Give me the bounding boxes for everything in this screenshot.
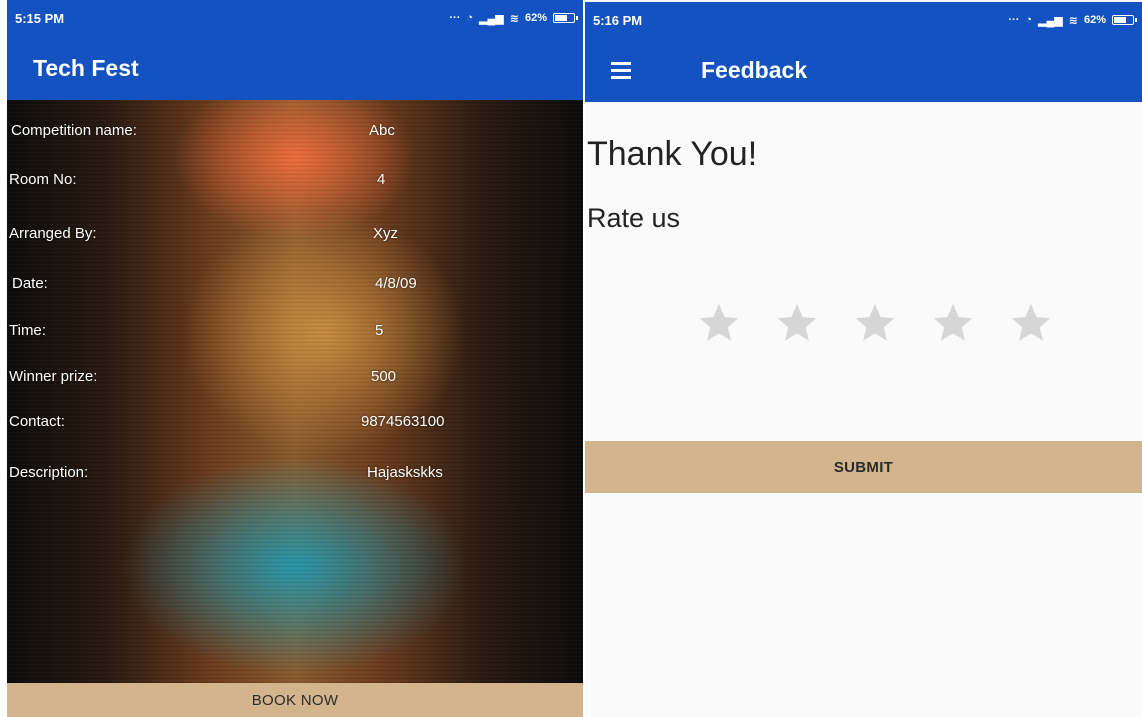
alarm-icon: ◔ xyxy=(466,12,474,24)
status-icons: ··· ◔ ▂▄▆ ≋ 62% xyxy=(449,12,578,25)
app-bar: Tech Fest xyxy=(7,36,583,100)
more-icon: ··· xyxy=(449,12,461,24)
rating-bar[interactable] xyxy=(683,298,1067,348)
detail-row-winner-prize: Winner prize: 500 xyxy=(7,368,583,398)
detail-row-arranged-by: Arranged By: Xyz xyxy=(7,225,583,255)
detail-row-contact: Contact: 9874563100 xyxy=(7,413,583,443)
star-icon[interactable] xyxy=(995,298,1067,348)
status-bar: 5:16 PM ··· ◔ ▂▄▆ ≋ 62% xyxy=(585,2,1142,38)
detail-value: 4/8/09 xyxy=(375,275,417,292)
detail-row-room-no: Room No: 4 xyxy=(7,171,583,201)
tech-fest-screen: 5:15 PM ··· ◔ ▂▄▆ ≋ 62% Tech Fest Compet… xyxy=(7,0,583,717)
app-bar: Feedback xyxy=(585,38,1142,102)
detail-row-competition-name: Competition name: Abc xyxy=(7,122,583,152)
book-now-button[interactable]: BOOK NOW xyxy=(7,683,583,717)
rate-us-label: Rate us xyxy=(587,203,681,233)
thank-you-heading: Thank You! xyxy=(587,135,758,173)
detail-label: Date: xyxy=(12,275,48,292)
status-icons: ··· ◔ ▂▄▆ ≋ 62% xyxy=(1008,14,1137,27)
signal-icon: ▂▄▆ xyxy=(1038,14,1063,27)
more-icon: ··· xyxy=(1008,14,1020,26)
app-title: Tech Fest xyxy=(33,54,139,81)
detail-value: Xyz xyxy=(373,225,399,242)
feedback-screen: 5:16 PM ··· ◔ ▂▄▆ ≋ 62% Feedback Thank Y… xyxy=(585,0,1142,717)
detail-value: Abc xyxy=(369,122,395,139)
detail-label: Room No: xyxy=(9,171,77,188)
detail-value: 4 xyxy=(377,171,386,188)
battery-icon xyxy=(1112,15,1137,25)
wifi-icon: ≋ xyxy=(509,12,519,25)
detail-row-time: Time: 5 xyxy=(7,322,583,352)
app-title: Feedback xyxy=(701,56,808,83)
detail-value: 5 xyxy=(375,322,384,339)
detail-label: Arranged By: xyxy=(9,225,97,242)
detail-label: Winner prize: xyxy=(9,368,98,385)
wifi-icon: ≋ xyxy=(1068,14,1078,27)
star-icon[interactable] xyxy=(839,298,911,348)
detail-label: Contact: xyxy=(9,413,65,430)
star-icon[interactable] xyxy=(761,298,833,348)
status-time: 5:15 PM xyxy=(15,10,65,26)
battery-percent: 62% xyxy=(1083,14,1106,26)
status-time: 5:16 PM xyxy=(593,12,643,28)
detail-row-description: Description: Hajaskskks xyxy=(7,464,583,494)
battery-icon xyxy=(553,13,578,23)
star-icon[interactable] xyxy=(683,298,755,348)
signal-icon: ▂▄▆ xyxy=(479,12,504,25)
detail-label: Description: xyxy=(9,464,89,481)
detail-value: 500 xyxy=(371,368,397,385)
detail-label: Time: xyxy=(9,322,46,339)
detail-value: 9874563100 xyxy=(361,413,445,430)
battery-percent: 62% xyxy=(524,12,547,24)
detail-label: Competition name: xyxy=(11,122,137,139)
alarm-icon: ◔ xyxy=(1025,14,1033,26)
star-icon[interactable] xyxy=(917,298,989,348)
menu-icon[interactable] xyxy=(591,38,651,102)
detail-row-date: Date: 4/8/09 xyxy=(7,275,583,305)
status-bar: 5:15 PM ··· ◔ ▂▄▆ ≋ 62% xyxy=(7,0,583,36)
submit-button[interactable]: SUBMIT xyxy=(585,441,1142,493)
detail-value: Hajaskskks xyxy=(367,464,443,481)
